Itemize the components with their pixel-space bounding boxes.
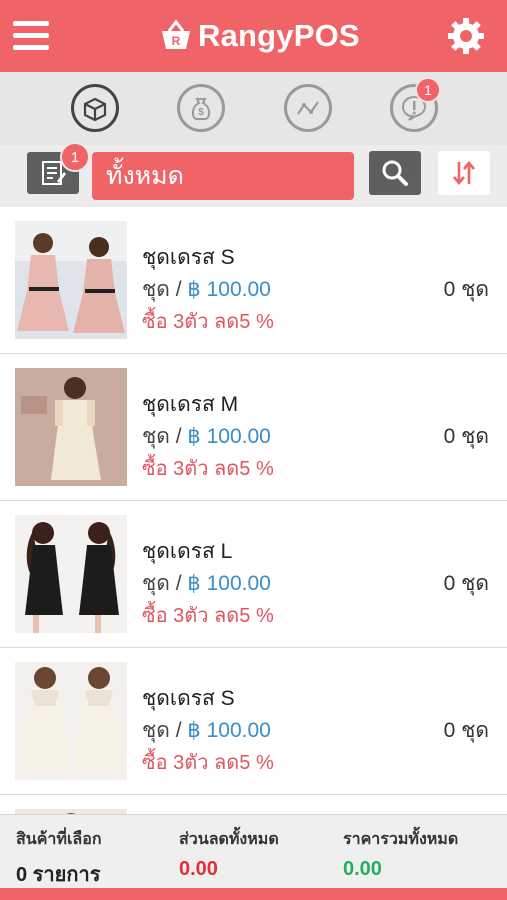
white-dress-photo: [15, 662, 127, 780]
price: ฿ 100.00: [187, 572, 271, 595]
sort-button[interactable]: [438, 151, 490, 195]
filter-bar: 1 ทั้งหมด: [0, 142, 507, 207]
category-dropdown[interactable]: ทั้งหมด: [92, 152, 354, 200]
product-list[interactable]: ชุดเดรส S ชุด / ฿ 100.00 ซื้อ 3ตัว ลด5 %…: [0, 207, 507, 814]
unit-price: ชุด / ฿ 100.00: [142, 567, 271, 600]
search-button[interactable]: [369, 151, 421, 195]
product-name: ชุดเดรส M: [142, 393, 239, 416]
unit-price: ชุด / ฿ 100.00: [142, 273, 271, 306]
list-item[interactable]: ชุดเดรส S ชุด / ฿ 100.00 ซื้อ 3ตัว ลด5 %…: [0, 207, 507, 354]
stock-count: 0 ชุด: [443, 425, 489, 448]
unit-label: ชุด /: [142, 572, 188, 595]
cream-dress-photo: [15, 368, 127, 486]
pink-dress-photo: [15, 221, 127, 339]
promotion-text: ซื้อ 3ตัว ลด5 %: [142, 458, 274, 480]
hamburger-icon[interactable]: [13, 21, 49, 51]
money-bag-icon: $: [191, 98, 211, 120]
unit-label: ชุด /: [142, 425, 188, 448]
total-label: ราคารวมทั้งหมด: [343, 831, 459, 848]
discount-label: ส่วนลดทั้งหมด: [179, 831, 279, 848]
product-name: ชุดเดรส S: [142, 246, 235, 269]
unit-label: ชุด /: [142, 719, 188, 742]
black-dress-photo: [15, 515, 127, 633]
svg-text:$: $: [198, 107, 204, 118]
brand-name: RangyPOS: [198, 18, 360, 53]
tab-reports[interactable]: [284, 84, 332, 132]
unit-price: ชุด / ฿ 100.00: [142, 420, 271, 453]
tab-inventory[interactable]: [71, 84, 119, 132]
order-summary: สินค้าที่เลือก 0 รายการ ส่วนลดทั้งหมด 0.…: [0, 814, 507, 888]
total-value: 0.00: [343, 858, 382, 880]
alerts-badge: 1: [415, 77, 441, 103]
product-name: ชุดเดรส S: [142, 687, 235, 710]
search-icon: [382, 160, 408, 186]
list-item[interactable]: ชุดเดรส M ชุด / ฿ 100.00 ซื้อ 3ตัว ลด5 %…: [0, 354, 507, 501]
bottom-accent-bar: [0, 888, 507, 900]
product-name: ชุดเดรส L: [142, 540, 233, 563]
svg-text:R: R: [172, 34, 181, 48]
unit-label: ชุด /: [142, 278, 188, 301]
app-header: R RangyPOS: [0, 0, 507, 72]
stock-count: 0 ชุด: [443, 572, 489, 595]
price: ฿ 100.00: [187, 719, 271, 742]
total-summary: ราคารวมทั้งหมด 0.00: [343, 827, 458, 881]
selected-items-summary: สินค้าที่เลือก 0 รายการ: [16, 827, 102, 890]
list-item[interactable]: [0, 795, 507, 814]
promotion-text: ซื้อ 3ตัว ลด5 %: [142, 605, 274, 627]
sort-icon: [453, 160, 475, 186]
selected-items-value: 0 รายการ: [16, 864, 101, 886]
list-item[interactable]: ชุดเดรส S ชุด / ฿ 100.00 ซื้อ 3ตัว ลด5 %…: [0, 648, 507, 795]
basket-logo-icon: R: [162, 19, 190, 49]
tab-sales[interactable]: $: [177, 84, 225, 132]
notes-badge: 1: [60, 142, 90, 172]
discount-value: 0.00: [179, 858, 218, 880]
price: ฿ 100.00: [187, 278, 271, 301]
list-item[interactable]: ชุดเดรส L ชุด / ฿ 100.00 ซื้อ 3ตัว ลด5 %…: [0, 501, 507, 648]
brand: R RangyPOS: [158, 14, 360, 58]
gear-icon[interactable]: [446, 16, 486, 56]
selected-items-label: สินค้าที่เลือก: [16, 831, 102, 848]
promotion-text: ซื้อ 3ตัว ลด5 %: [142, 752, 274, 774]
section-tabs: $ 1: [0, 72, 507, 145]
stock-count: 0 ชุด: [443, 278, 489, 301]
promotion-text: ซื้อ 3ตัว ลด5 %: [142, 311, 274, 333]
chart-line-icon: [297, 101, 319, 115]
discount-summary: ส่วนลดทั้งหมด 0.00: [179, 827, 279, 881]
stock-count: 0 ชุด: [443, 719, 489, 742]
tab-alerts[interactable]: 1: [390, 77, 441, 132]
unit-price: ชุด / ฿ 100.00: [142, 714, 271, 747]
price: ฿ 100.00: [187, 425, 271, 448]
box-icon: [83, 97, 107, 122]
